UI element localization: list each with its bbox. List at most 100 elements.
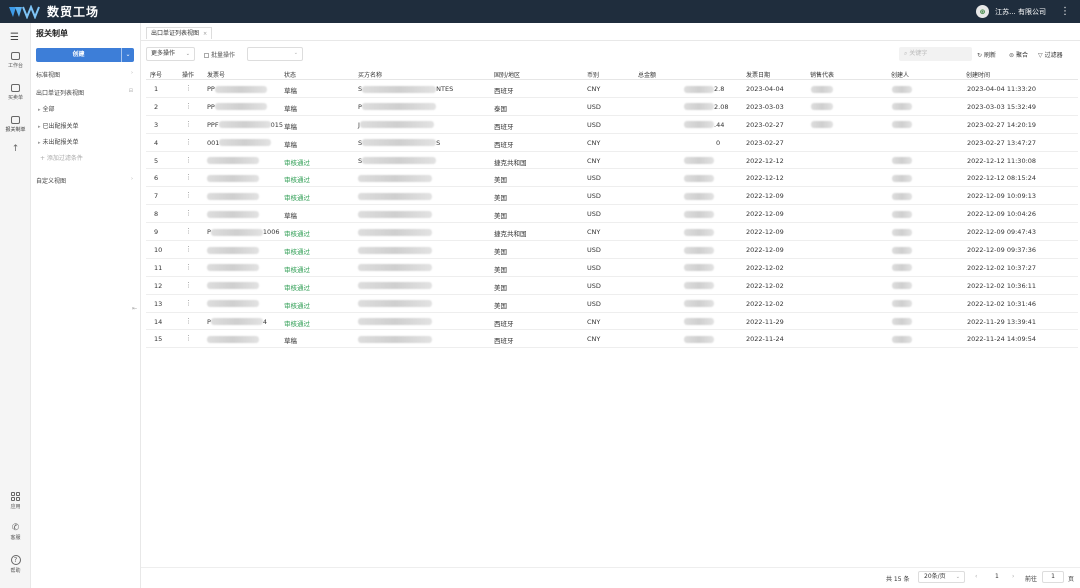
column-header[interactable]: 创建时间: [966, 70, 990, 79]
buyer-name: S NTES: [358, 85, 453, 93]
nav-orders[interactable]: 买卖单: [0, 84, 31, 101]
sidebar-item-declared[interactable]: ▸ 已出配报关单: [38, 121, 79, 130]
column-header[interactable]: 序号: [150, 70, 162, 79]
create-button[interactable]: 创建 ⌄: [36, 48, 134, 62]
sidebar-custom-view[interactable]: 自定义视图 ›: [36, 176, 136, 185]
created-time: 2022-12-02 10:37:27: [967, 263, 1037, 272]
total-amount: 2.8: [684, 85, 724, 93]
table-row[interactable]: 11 ⋮ 审核通过 美国 USD 2022-12-02 2022-12-02 10:37:2…: [146, 259, 1078, 277]
column-header[interactable]: 总金额: [638, 70, 656, 79]
view-toggle-icon[interactable]: ⊟: [129, 88, 133, 94]
column-header[interactable]: 国别/地区: [494, 70, 520, 79]
redacted-text: [207, 192, 259, 200]
more-actions-dropdown[interactable]: 更多操作 ⌄: [146, 47, 195, 61]
chevron-down-icon[interactable]: ⌄: [121, 48, 134, 62]
total-amount: [684, 246, 714, 254]
nav-upload[interactable]: ↑: [0, 144, 31, 154]
invoice-date: 2022-12-09: [746, 192, 784, 201]
company-name[interactable]: 江苏... 有限公司: [995, 7, 1046, 17]
column-header[interactable]: 发票日期: [746, 70, 770, 79]
invoice-number: [207, 210, 259, 218]
create-button-label[interactable]: 创建: [36, 48, 121, 62]
table-row[interactable]: 8 ⋮ 草稿 美国 USD 2022-12-09 2022-12-09 10:04:26: [146, 205, 1078, 224]
row-actions-icon[interactable]: ⋮: [185, 191, 192, 199]
column-header[interactable]: 状态: [284, 70, 296, 79]
batch-ops-checkbox[interactable]: 批量操作: [204, 50, 235, 59]
table-row[interactable]: 13 ⋮ 审核通过 美国 USD 2022-12-02 2022-12-02 10:31:4…: [146, 295, 1078, 313]
row-actions-icon[interactable]: ⋮: [185, 299, 192, 307]
table-row[interactable]: 3 ⋮ PPF 015 草稿 J 西班牙 USD .44 2023-02-27 2023-02-27…: [146, 116, 1078, 134]
currency-text: CNY: [587, 228, 601, 237]
triangle-icon: ▸: [38, 140, 41, 146]
checkbox-icon[interactable]: [204, 53, 209, 58]
nav-workbench[interactable]: 工作台: [0, 52, 31, 69]
add-filter-link[interactable]: + 添加过滤条件: [40, 153, 83, 162]
sidebar-export-view[interactable]: 出口单证列表视图 ⊟: [36, 88, 136, 97]
row-actions-icon[interactable]: ⋮: [185, 334, 192, 342]
refresh-button[interactable]: ↻ 刷新: [977, 50, 996, 59]
prev-page-button[interactable]: ‹: [975, 573, 977, 580]
table-row[interactable]: 7 ⋮ 审核通过 美国 USD 2022-12-09 2022-12-09 10:09:13: [146, 187, 1078, 206]
current-page[interactable]: 1: [995, 573, 999, 580]
more-menu-icon[interactable]: ⋮: [1060, 6, 1070, 17]
sidebar-standard-view[interactable]: 标准视图 ›: [36, 70, 136, 79]
buyer-name: [358, 174, 432, 182]
row-actions-icon[interactable]: ⋮: [185, 102, 192, 110]
table-row[interactable]: 5 ⋮ 审核通过 S 捷克共和国 CNY 2022-12-12 2022-12-12 11:3…: [146, 152, 1078, 170]
next-page-button[interactable]: ›: [1012, 573, 1014, 580]
invoice-number: [207, 174, 259, 182]
creator-name: [892, 157, 912, 165]
column-header[interactable]: 发票号: [207, 70, 225, 79]
table-row[interactable]: 4 ⋮ 001 草稿 S S 西班牙 CNY 0 2023-02-27 2023-02-27 13:…: [146, 134, 1078, 152]
sidebar-item-undeclared[interactable]: ▸ 未出配报关单: [38, 137, 79, 146]
currency-text: USD: [587, 102, 601, 111]
row-actions-icon[interactable]: ⋮: [185, 120, 192, 128]
table-row[interactable]: 14 ⋮ P 4 审核通过 西班牙 CNY 2022-11-29 2022-11-29 13:3…: [146, 313, 1078, 331]
table-row[interactable]: 2 ⋮ PP 草稿 P 泰国 USD 2.08 2023-03-03 2023-03-03 15:…: [146, 98, 1078, 116]
redacted-text: [358, 210, 432, 218]
close-icon[interactable]: ×: [203, 31, 207, 37]
row-actions-icon[interactable]: ⋮: [185, 263, 192, 271]
redacted-text: [684, 210, 714, 218]
table-row[interactable]: 6 ⋮ 审核通过 美国 USD 2022-12-12 2022-12-12 08:15:24: [146, 169, 1078, 188]
chevron-down-icon: ⌄: [293, 50, 298, 56]
filter-button[interactable]: ▽ 过滤器: [1038, 50, 1063, 59]
page-size-select[interactable]: 20条/页 ⌄: [918, 571, 965, 583]
nav-help[interactable]: ? 帮助: [0, 555, 31, 574]
search-input[interactable]: ⌕ 关键字: [899, 47, 972, 61]
stack-button[interactable]: ⊜ 聚合: [1009, 50, 1028, 59]
hamburger-icon[interactable]: ☰: [10, 32, 19, 43]
collapse-sidebar-icon[interactable]: ⇤: [132, 305, 137, 312]
column-header[interactable]: 创建人: [891, 70, 909, 79]
goto-page-input[interactable]: 1: [1042, 571, 1064, 583]
batch-ops-select[interactable]: ⌄: [247, 47, 303, 61]
table-row[interactable]: 10 ⋮ 审核通过 美国 USD 2022-12-09 2022-12-09 09:37:3…: [146, 241, 1078, 259]
country-text: 西班牙: [494, 140, 514, 149]
buyer-name: S: [358, 157, 437, 165]
table-row[interactable]: 9 ⋮ P 1006 审核通过 捷克共和国 CNY 2022-12-09 2022-12-09 …: [146, 223, 1078, 242]
nav-apps[interactable]: 应用: [0, 492, 31, 510]
company-avatar[interactable]: ⊛: [976, 5, 990, 18]
row-actions-icon[interactable]: ⋮: [185, 84, 192, 92]
nav-customs[interactable]: 报关制单: [0, 116, 31, 133]
column-header[interactable]: 币别: [587, 70, 599, 79]
row-actions-icon[interactable]: ⋮: [185, 281, 192, 289]
table-row[interactable]: 1 ⋮ PP 草稿 S NTES 西班牙 CNY 2.8 2023-04-04 2023-04-04…: [146, 80, 1078, 98]
row-actions-icon[interactable]: ⋮: [185, 227, 192, 235]
tab-export-list[interactable]: 出口单证列表视图 ×: [146, 27, 213, 39]
row-actions-icon[interactable]: ⋮: [185, 245, 192, 253]
table-row[interactable]: 12 ⋮ 审核通过 美国 USD 2022-12-02 2022-12-02 10:36:1…: [146, 277, 1078, 295]
table-row[interactable]: 15 ⋮ 草稿 西班牙 CNY 2022-11-24 2022-11-24 14:09:54: [146, 330, 1078, 349]
nav-support[interactable]: ✆ 客服: [0, 523, 31, 541]
row-actions-icon[interactable]: ⋮: [185, 156, 192, 164]
sidebar-item-all[interactable]: ▸ 全部: [38, 104, 55, 113]
row-actions-icon[interactable]: ⋮: [185, 317, 192, 325]
column-header[interactable]: 销售代表: [810, 70, 834, 79]
column-header[interactable]: 买方名称: [358, 70, 382, 79]
column-header[interactable]: 操作: [182, 70, 194, 79]
row-actions-icon[interactable]: ⋮: [185, 138, 192, 146]
created-time: 2022-12-12 08:15:24: [967, 174, 1037, 183]
row-actions-icon[interactable]: ⋮: [185, 209, 192, 217]
total-amount: [684, 300, 714, 308]
row-actions-icon[interactable]: ⋮: [185, 173, 192, 181]
